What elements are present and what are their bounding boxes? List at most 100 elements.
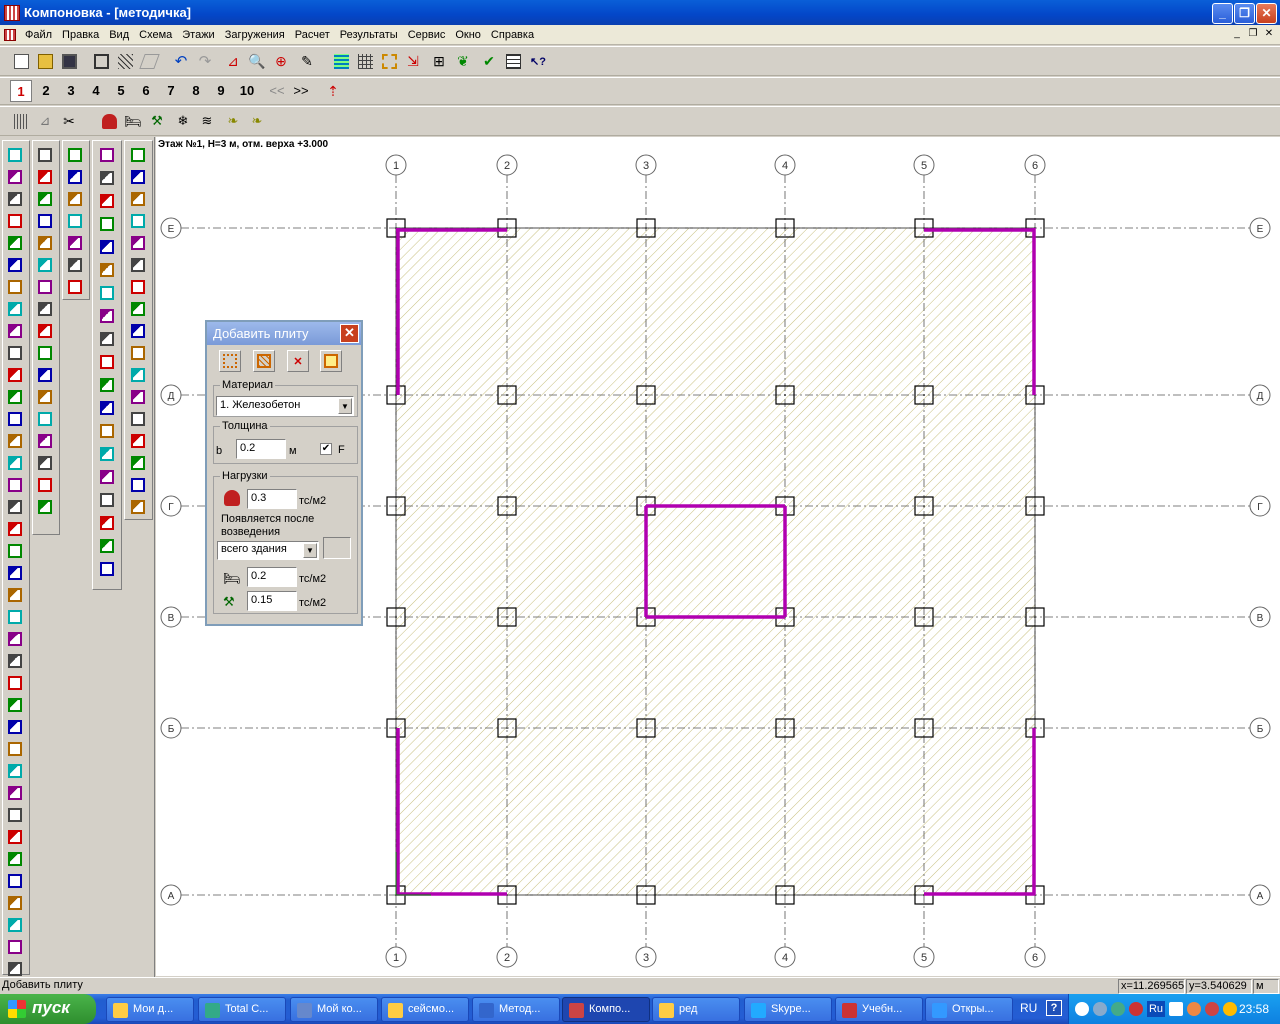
col2-tool-3-icon[interactable] [34,189,56,209]
slab-delete-icon[interactable]: ✕ [287,350,309,372]
col1-tool-28-icon[interactable] [4,739,26,759]
col5-tool-1-icon[interactable] [127,145,149,165]
col3-tool-5-icon[interactable] [64,233,86,253]
people-load-input[interactable]: 0.15 [247,591,297,611]
col1-tool-37-icon[interactable] [4,937,26,957]
floor-4-button[interactable]: 4 [85,80,107,102]
col3-tool-2-icon[interactable] [64,167,86,187]
col2-tool-11-icon[interactable] [34,365,56,385]
menu-scheme[interactable]: Схема [134,29,177,41]
col4-tool-16-icon[interactable] [96,490,118,510]
col5-tool-17-icon[interactable] [127,497,149,517]
col4-tool-17-icon[interactable] [96,513,118,533]
col3-tool-7-icon[interactable] [64,277,86,297]
col2-tool-5-icon[interactable] [34,233,56,253]
col4-tool-9-icon[interactable] [96,329,118,349]
col1-tool-38-icon[interactable] [4,959,26,979]
col1-tool-13-icon[interactable] [4,409,26,429]
col1-tool-20-icon[interactable] [4,563,26,583]
col2-tool-12-icon[interactable] [34,387,56,407]
col2-tool-13-icon[interactable] [34,409,56,429]
chevron-down-icon[interactable]: ▼ [303,543,317,558]
taskbar-item-3[interactable]: Мой ко... [290,997,378,1022]
col1-tool-2-icon[interactable] [4,167,26,187]
col5-tool-5-icon[interactable] [127,233,149,253]
menu-view[interactable]: Вид [104,29,134,41]
dialog-close-button[interactable]: ✕ [340,324,359,343]
open-folder-icon[interactable] [34,50,56,72]
col2-tool-15-icon[interactable] [34,453,56,473]
col1-tool-18-icon[interactable] [4,519,26,539]
col4-tool-10-icon[interactable] [96,352,118,372]
minimize-button[interactable]: _ [1212,3,1233,24]
col1-tool-6-icon[interactable] [4,255,26,275]
col1-tool-9-icon[interactable] [4,321,26,341]
menu-edit[interactable]: Правка [57,29,104,41]
col5-tool-13-icon[interactable] [127,409,149,429]
taskbar-item-4[interactable]: сейсмо... [381,997,469,1022]
pencil-icon[interactable]: ✎ [296,50,318,72]
col1-tool-4-icon[interactable] [4,211,26,231]
col1-tool-17-icon[interactable] [4,497,26,517]
col5-tool-16-icon[interactable] [127,475,149,495]
col1-tool-36-icon[interactable] [4,915,26,935]
col1-tool-32-icon[interactable] [4,827,26,847]
leaf2-load-icon[interactable]: ❧ [246,110,268,132]
measure-icon[interactable]: ⊿ [34,110,56,132]
firefox-icon[interactable] [1187,1002,1201,1016]
frame-icon[interactable] [90,50,112,72]
col4-tool-13-icon[interactable] [96,421,118,441]
col2-tool-7-icon[interactable] [34,277,56,297]
weight-icon[interactable] [98,110,120,132]
zoom-icon[interactable]: 🔍 [246,50,268,72]
menu-loads[interactable]: Загружения [220,29,290,41]
floor-8-button[interactable]: 8 [185,80,207,102]
save-icon[interactable] [58,50,80,72]
col3-tool-4-icon[interactable] [64,211,86,231]
taskbar-item-6[interactable]: Компо... [562,997,650,1022]
col1-tool-31-icon[interactable] [4,805,26,825]
col5-tool-2-icon[interactable] [127,167,149,187]
col1-tool-29-icon[interactable] [4,761,26,781]
col1-tool-22-icon[interactable] [4,607,26,627]
mdi-minimize-button[interactable]: _ [1230,28,1244,41]
col4-tool-7-icon[interactable] [96,283,118,303]
move-icon[interactable]: ⊞ [428,50,450,72]
col1-tool-12-icon[interactable] [4,387,26,407]
floor-up-icon[interactable]: ⇡ [322,80,344,102]
leaf-icon[interactable]: ❦ [452,50,474,72]
menu-service[interactable]: Сервис [403,29,451,41]
col2-tool-17-icon[interactable] [34,497,56,517]
tray-app-icon[interactable] [1111,1002,1125,1016]
floor-7-button[interactable]: 7 [160,80,182,102]
floor-5-button[interactable]: 5 [110,80,132,102]
appears-after-select[interactable]: всего здания ▼ [217,541,319,560]
slab-by-contour-icon[interactable] [253,350,275,372]
col5-tool-14-icon[interactable] [127,431,149,451]
col4-tool-8-icon[interactable] [96,306,118,326]
table-icon[interactable] [502,50,524,72]
menu-floors[interactable]: Этажи [177,29,219,41]
taskbar-item-9[interactable]: Учебн... [835,997,923,1022]
snow-icon[interactable]: ❄ [172,110,194,132]
antivirus-icon[interactable] [1129,1002,1143,1016]
col1-tool-21-icon[interactable] [4,585,26,605]
col5-tool-6-icon[interactable] [127,255,149,275]
col4-tool-1-icon[interactable] [96,145,118,165]
col2-tool-10-icon[interactable] [34,343,56,363]
bed-icon[interactable]: 🛏 [122,110,144,132]
dead-load-input[interactable]: 0.3 [247,489,297,509]
col2-tool-14-icon[interactable] [34,431,56,451]
col1-tool-1-icon[interactable] [4,145,26,165]
next-floors-button[interactable]: >> [290,80,312,102]
taskbar-item-8[interactable]: Skype... [744,997,832,1022]
col1-tool-19-icon[interactable] [4,541,26,561]
floor-3-button[interactable]: 3 [60,80,82,102]
floor-10-button[interactable]: 10 [235,80,259,102]
col1-tool-5-icon[interactable] [4,233,26,253]
col1-tool-3-icon[interactable] [4,189,26,209]
col5-tool-8-icon[interactable] [127,299,149,319]
axes-icon[interactable]: ⊿ [222,50,244,72]
scissors-icon[interactable]: ✂ [58,110,80,132]
menu-file[interactable]: Файл [20,29,57,41]
